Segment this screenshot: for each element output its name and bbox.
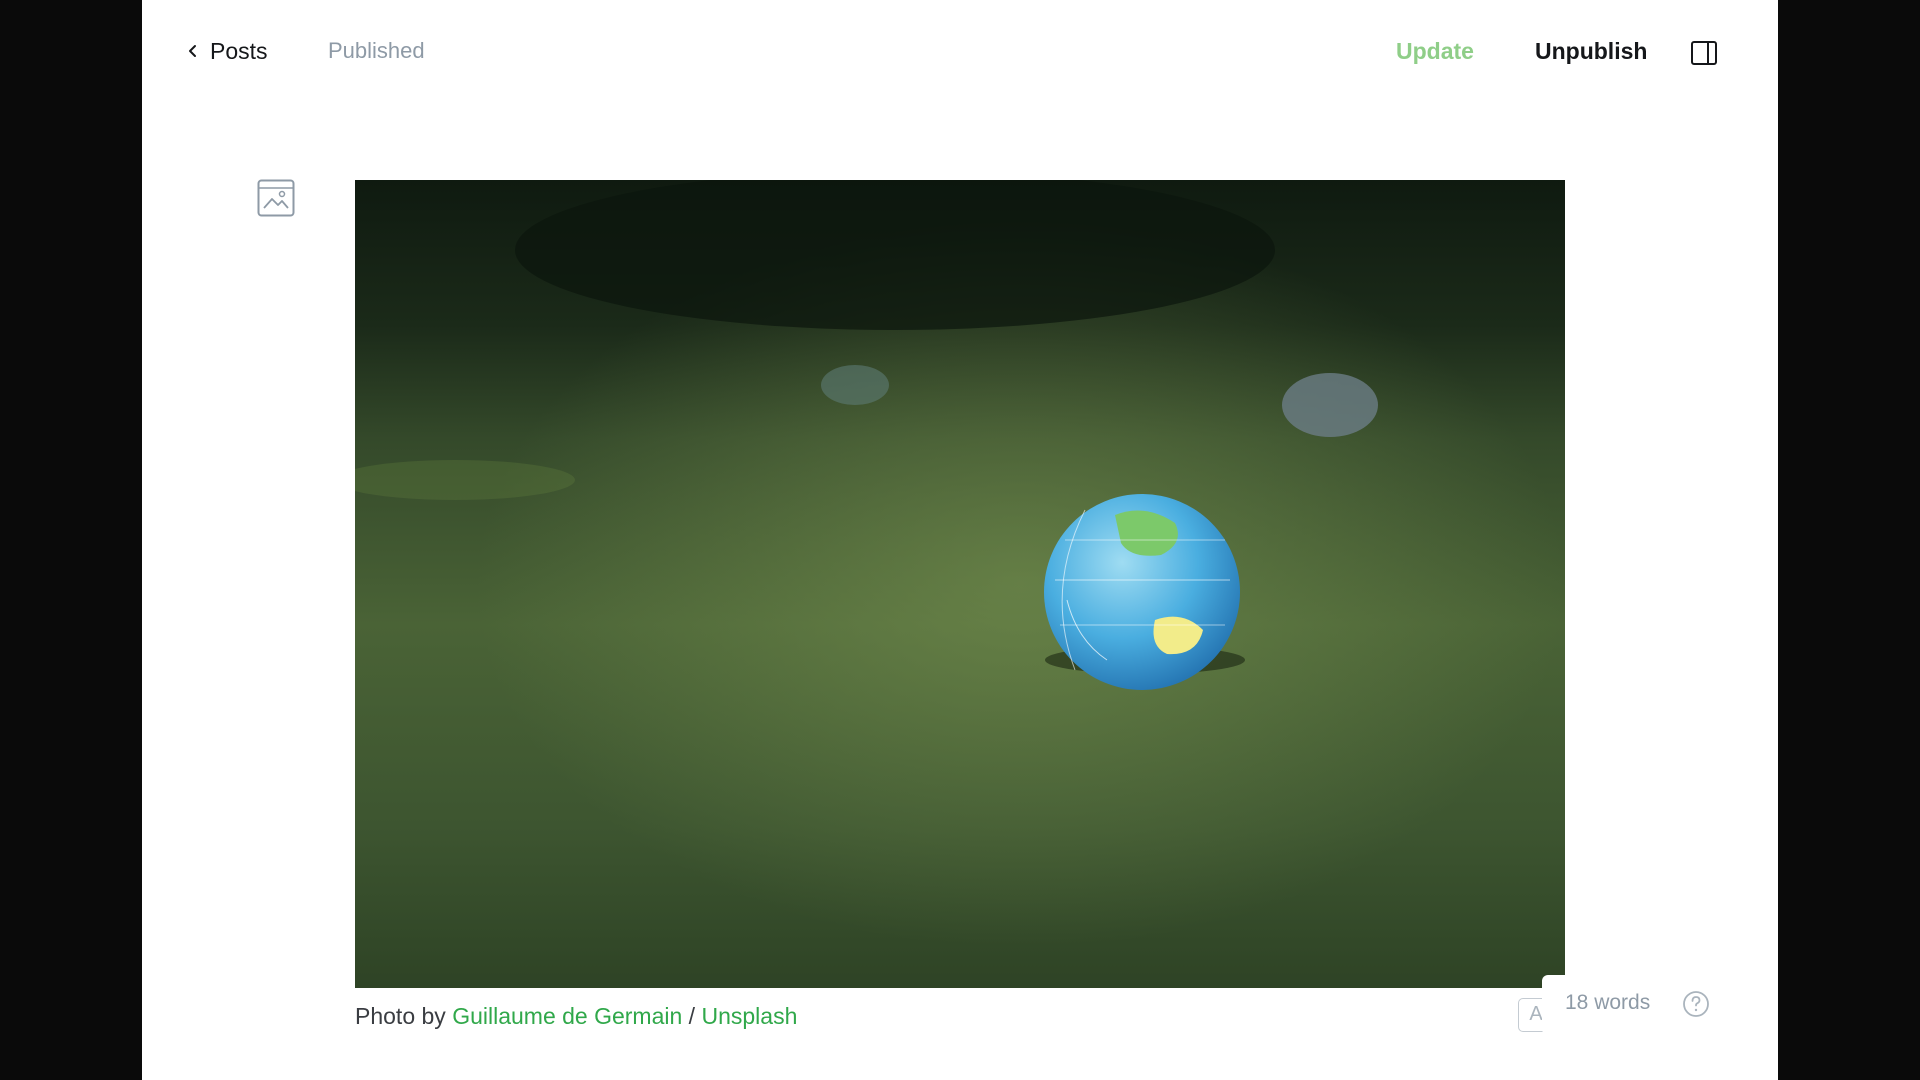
post-status: Published bbox=[328, 38, 425, 63]
word-count: 18 words bbox=[1565, 991, 1651, 1014]
image-icon[interactable] bbox=[257, 179, 295, 217]
back-to-posts-link[interactable]: Posts bbox=[186, 33, 268, 69]
update-button[interactable]: Update bbox=[1396, 38, 1474, 65]
editor-header: Posts Published Update Unpublish bbox=[142, 0, 1778, 104]
sidebar-toggle-icon[interactable] bbox=[1690, 40, 1718, 66]
image-caption[interactable]: Photo by Guillaume de Germain / Unsplash bbox=[355, 1003, 797, 1030]
unsplash-link[interactable]: Unsplash bbox=[701, 1003, 797, 1029]
unpublish-button[interactable]: Unpublish bbox=[1535, 38, 1647, 65]
chevron-left-icon bbox=[189, 45, 196, 57]
help-icon[interactable] bbox=[1682, 990, 1710, 1018]
feature-image[interactable] bbox=[355, 180, 1565, 988]
caption-separator: / bbox=[682, 1003, 702, 1029]
editor-window: Posts Published Update Unpublish Photo b… bbox=[142, 0, 1778, 1080]
photographer-link[interactable]: Guillaume de Germain bbox=[452, 1003, 682, 1029]
back-label: Posts bbox=[210, 37, 268, 64]
caption-prefix: Photo by bbox=[355, 1003, 453, 1029]
